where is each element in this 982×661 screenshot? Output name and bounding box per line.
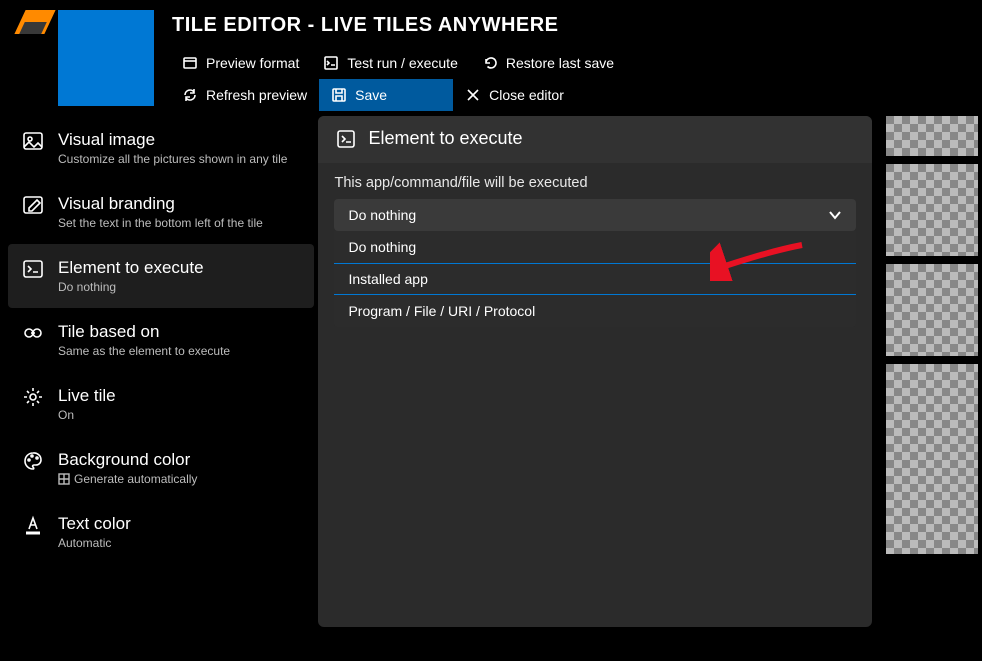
sidebar-item-live-tile[interactable]: Live tile On [8, 372, 314, 436]
close-editor-label: Close editor [489, 87, 564, 103]
close-icon [465, 87, 481, 103]
app-title: TILE EDITOR - LIVE TILES ANYWHERE [172, 14, 982, 37]
preview-icon [182, 55, 198, 71]
sidebar-item-background-color[interactable]: Background color Generate automatically [8, 436, 314, 500]
restore-label: Restore last save [506, 55, 614, 71]
sidebar-item-sub: Customize all the pictures shown in any … [58, 152, 302, 166]
sidebar-item-sub: Do nothing [58, 280, 302, 294]
sidebar-item-visual-branding[interactable]: Visual branding Set the text in the botto… [8, 180, 314, 244]
test-run-label: Test run / execute [347, 55, 458, 71]
link-icon [22, 322, 44, 344]
refresh-preview-button[interactable]: Refresh preview [170, 79, 319, 111]
sidebar-item-element-to-execute[interactable]: Element to execute Do nothing [8, 244, 314, 308]
panel-title: Element to execute [368, 128, 522, 149]
preview-medium [886, 164, 978, 256]
sidebar-item-label: Text color [58, 514, 302, 534]
preview-wide [886, 264, 978, 356]
test-run-button[interactable]: Test run / execute [311, 47, 470, 79]
sidebar-item-label: Live tile [58, 386, 302, 406]
settings-panel: Element to execute This app/command/file… [318, 116, 872, 627]
sidebar-item-sub: Set the text in the bottom left of the t… [58, 216, 302, 230]
edit-icon [22, 194, 44, 216]
close-editor-button[interactable]: Close editor [453, 79, 576, 111]
preview-format-label: Preview format [206, 55, 299, 71]
sidebar-item-visual-image[interactable]: Visual image Customize all the pictures s… [8, 116, 314, 180]
sidebar-item-sub: Generate automatically [58, 472, 302, 486]
sidebar-item-sub: Automatic [58, 536, 302, 550]
terminal-icon [323, 55, 339, 71]
undo-icon [482, 55, 498, 71]
sidebar-item-text-color[interactable]: Text color Automatic [8, 500, 314, 564]
execute-mode-select[interactable]: Do nothing [334, 199, 856, 231]
save-icon [331, 87, 347, 103]
preview-small [886, 116, 978, 156]
sidebar-item-sub: On [58, 408, 302, 422]
refresh-icon [182, 87, 198, 103]
restore-button[interactable]: Restore last save [470, 47, 626, 79]
chevron-down-icon [828, 208, 842, 222]
execute-icon [22, 258, 44, 280]
select-value: Do nothing [348, 207, 416, 223]
execute-icon [336, 129, 356, 149]
toolbar: Preview format Test run / execute Restor… [170, 47, 982, 111]
preview-format-button[interactable]: Preview format [170, 47, 311, 79]
image-icon [22, 130, 44, 152]
sidebar: Visual image Customize all the pictures s… [0, 116, 314, 661]
swatch-icon [58, 473, 70, 485]
sidebar-item-sub: Same as the element to execute [58, 344, 302, 358]
tile-size-previews [886, 116, 982, 661]
dropdown-option-installed-app[interactable]: Installed app [334, 263, 856, 295]
section-label: This app/command/file will be executed [334, 175, 856, 191]
preview-large [886, 364, 978, 554]
sidebar-item-label: Background color [58, 450, 302, 470]
sidebar-item-label: Visual image [58, 130, 302, 150]
refresh-preview-label: Refresh preview [206, 87, 307, 103]
palette-icon [22, 450, 44, 472]
sidebar-item-label: Tile based on [58, 322, 302, 342]
dropdown-option-program-file[interactable]: Program / File / URI / Protocol [334, 295, 856, 327]
sidebar-item-tile-based-on[interactable]: Tile based on Same as the element to exec… [8, 308, 314, 372]
text-color-icon [22, 514, 44, 536]
tile-preview-icon [58, 10, 154, 106]
app-logo [20, 10, 50, 34]
brightness-icon [22, 386, 44, 408]
save-label: Save [355, 87, 387, 103]
sidebar-item-label: Element to execute [58, 258, 302, 278]
dropdown-option-do-nothing[interactable]: Do nothing [334, 231, 856, 263]
execute-mode-dropdown: Do nothing Installed app Program / File … [334, 231, 856, 327]
save-button[interactable]: Save [319, 79, 453, 111]
sidebar-item-label: Visual branding [58, 194, 302, 214]
